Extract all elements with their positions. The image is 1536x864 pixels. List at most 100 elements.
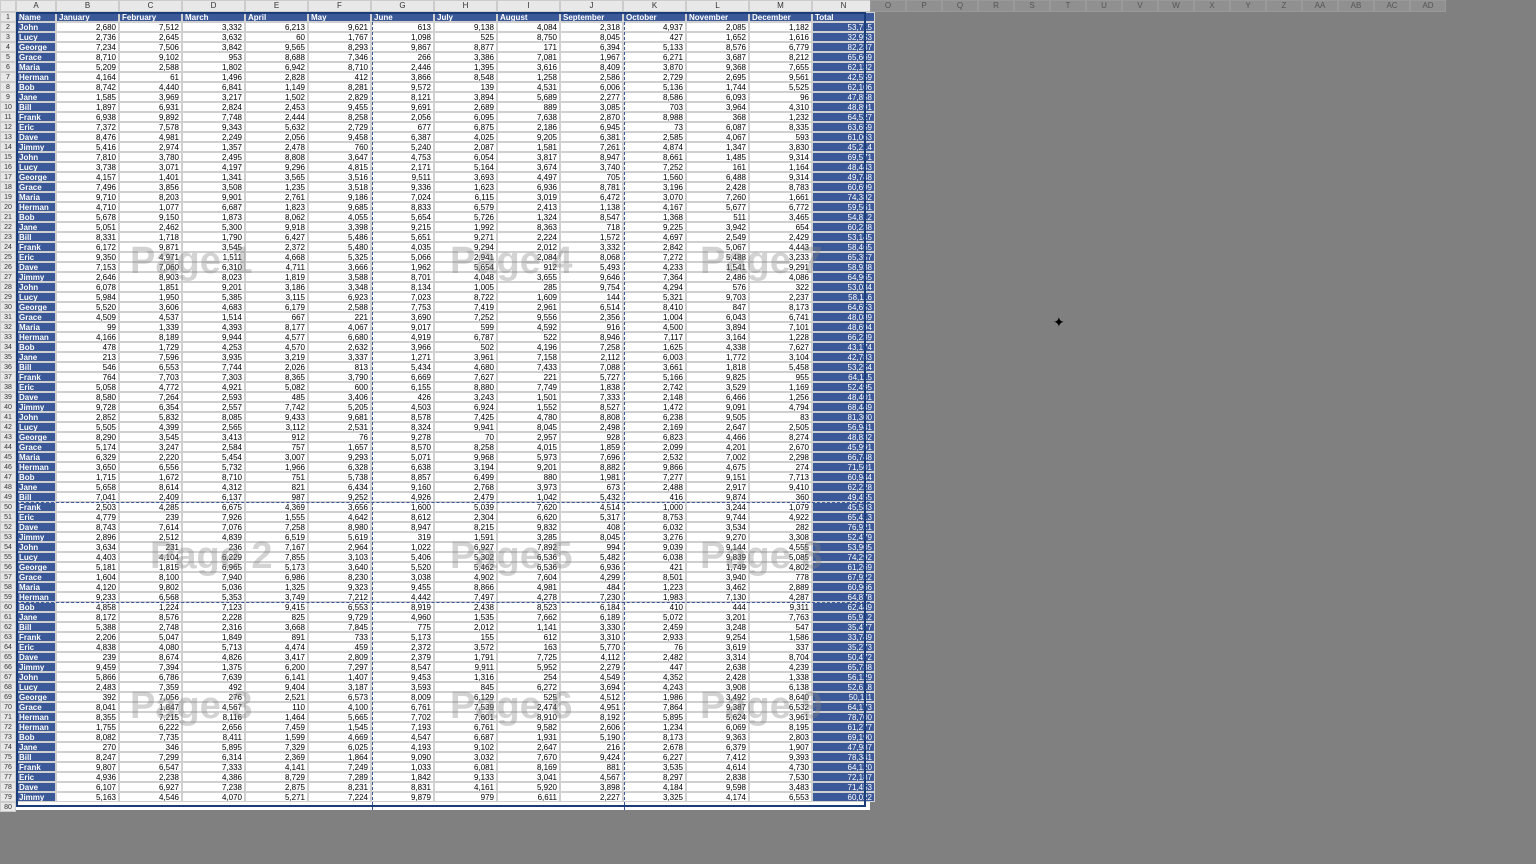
value-cell[interactable]: 4,393 [182, 322, 245, 332]
value-cell[interactable]: 7,153 [56, 262, 119, 272]
value-cell[interactable]: 1,791 [434, 652, 497, 662]
value-cell[interactable]: 2,838 [686, 772, 749, 782]
value-cell[interactable]: 2,085 [686, 22, 749, 32]
value-cell[interactable]: 1,819 [245, 272, 308, 282]
value-cell[interactable]: 6,519 [245, 532, 308, 542]
row-header-65[interactable]: 65 [0, 652, 16, 662]
value-cell[interactable]: 8,045 [560, 532, 623, 542]
value-cell[interactable]: 216 [560, 742, 623, 752]
value-cell[interactable]: 3,529 [686, 382, 749, 392]
value-cell[interactable]: 6,499 [434, 472, 497, 482]
total-cell[interactable]: 53,145 [812, 232, 875, 242]
value-cell[interactable]: 8,729 [245, 772, 308, 782]
value-cell[interactable]: 492 [182, 682, 245, 692]
value-cell[interactable]: 2,486 [686, 272, 749, 282]
row-header-4[interactable]: 4 [0, 42, 16, 52]
value-cell[interactable]: 5,866 [56, 672, 119, 682]
value-cell[interactable]: 3,164 [686, 332, 749, 342]
value-cell[interactable]: 3,588 [308, 272, 371, 282]
value-cell[interactable]: 5,353 [182, 592, 245, 602]
value-cell[interactable]: 3,103 [308, 552, 371, 562]
value-cell[interactable]: 1,223 [623, 582, 686, 592]
value-cell[interactable]: 1,149 [245, 82, 308, 92]
name-cell[interactable]: Bob [16, 472, 56, 482]
value-cell[interactable]: 7,864 [623, 702, 686, 712]
value-cell[interactable]: 4,683 [182, 302, 245, 312]
value-cell[interactable]: 7,123 [182, 602, 245, 612]
value-cell[interactable]: 5,678 [56, 212, 119, 222]
value-cell[interactable]: 8,988 [623, 112, 686, 122]
value-cell[interactable]: 2,852 [56, 412, 119, 422]
value-cell[interactable]: 1,514 [182, 312, 245, 322]
value-cell[interactable]: 427 [623, 32, 686, 42]
value-cell[interactable]: 705 [560, 172, 623, 182]
value-cell[interactable]: 7,297 [308, 662, 371, 672]
row-header-2[interactable]: 2 [0, 22, 16, 32]
value-cell[interactable]: 1,338 [749, 672, 812, 682]
value-cell[interactable]: 1,715 [56, 472, 119, 482]
value-cell[interactable]: 9,039 [623, 542, 686, 552]
value-cell[interactable]: 6,638 [371, 462, 434, 472]
value-cell[interactable]: 9,323 [308, 582, 371, 592]
value-cell[interactable]: 3,619 [686, 642, 749, 652]
value-cell[interactable]: 4,055 [308, 212, 371, 222]
value-cell[interactable]: 9,874 [686, 492, 749, 502]
value-cell[interactable]: 4,926 [371, 492, 434, 502]
value-cell[interactable]: 7,234 [56, 42, 119, 52]
value-cell[interactable]: 3,606 [119, 302, 182, 312]
value-cell[interactable]: 3,870 [623, 62, 686, 72]
row-header-28[interactable]: 28 [0, 282, 16, 292]
name-cell[interactable]: George [16, 302, 56, 312]
value-cell[interactable]: 9,941 [434, 422, 497, 432]
value-cell[interactable]: 6,761 [371, 702, 434, 712]
value-cell[interactable]: 2,593 [182, 392, 245, 402]
value-cell[interactable]: 2,941 [434, 252, 497, 262]
value-cell[interactable]: 2,453 [245, 102, 308, 112]
row-header-22[interactable]: 22 [0, 222, 16, 232]
header-january[interactable]: January [56, 12, 119, 22]
row-header-42[interactable]: 42 [0, 422, 16, 432]
name-cell[interactable]: Bob [16, 342, 56, 352]
value-cell[interactable]: 9,453 [371, 672, 434, 682]
value-cell[interactable]: 285 [497, 282, 560, 292]
value-cell[interactable]: 9,151 [686, 472, 749, 482]
value-cell[interactable]: 7,725 [497, 652, 560, 662]
value-cell[interactable]: 7,596 [119, 352, 182, 362]
value-cell[interactable]: 4,161 [434, 782, 497, 792]
value-cell[interactable]: 7,024 [371, 192, 434, 202]
value-cell[interactable]: 8,783 [749, 182, 812, 192]
value-cell[interactable]: 6,137 [182, 492, 245, 502]
value-cell[interactable]: 1,966 [245, 462, 308, 472]
name-cell[interactable]: George [16, 692, 56, 702]
value-cell[interactable]: 677 [371, 122, 434, 132]
value-cell[interactable]: 576 [686, 282, 749, 292]
value-cell[interactable]: 3,545 [182, 242, 245, 252]
row-header-74[interactable]: 74 [0, 742, 16, 752]
value-cell[interactable]: 2,279 [560, 662, 623, 672]
name-cell[interactable]: Maria [16, 582, 56, 592]
value-cell[interactable]: 9,968 [434, 452, 497, 462]
value-cell[interactable]: 1,271 [371, 352, 434, 362]
value-cell[interactable]: 1,962 [371, 262, 434, 272]
value-cell[interactable]: 2,483 [56, 682, 119, 692]
value-cell[interactable]: 7,940 [182, 572, 245, 582]
value-cell[interactable]: 8,750 [497, 32, 560, 42]
value-cell[interactable]: 6,387 [371, 132, 434, 142]
value-cell[interactable]: 322 [749, 282, 812, 292]
name-cell[interactable]: Lucy [16, 32, 56, 42]
value-cell[interactable]: 5,677 [686, 202, 749, 212]
value-cell[interactable]: 8,231 [308, 782, 371, 792]
value-cell[interactable]: 8,476 [56, 132, 119, 142]
value-cell[interactable]: 1,502 [245, 92, 308, 102]
value-cell[interactable]: 9,090 [371, 752, 434, 762]
value-cell[interactable]: 4,570 [245, 342, 308, 352]
row-header-33[interactable]: 33 [0, 332, 16, 342]
value-cell[interactable]: 2,112 [560, 352, 623, 362]
value-cell[interactable]: 1,228 [749, 332, 812, 342]
value-cell[interactable]: 1,767 [308, 32, 371, 42]
total-cell[interactable]: 48,089 [812, 312, 875, 322]
value-cell[interactable]: 9,201 [182, 282, 245, 292]
value-cell[interactable]: 5,072 [623, 612, 686, 622]
value-cell[interactable]: 2,238 [119, 772, 182, 782]
col-header-AA[interactable]: AA [1302, 0, 1338, 12]
